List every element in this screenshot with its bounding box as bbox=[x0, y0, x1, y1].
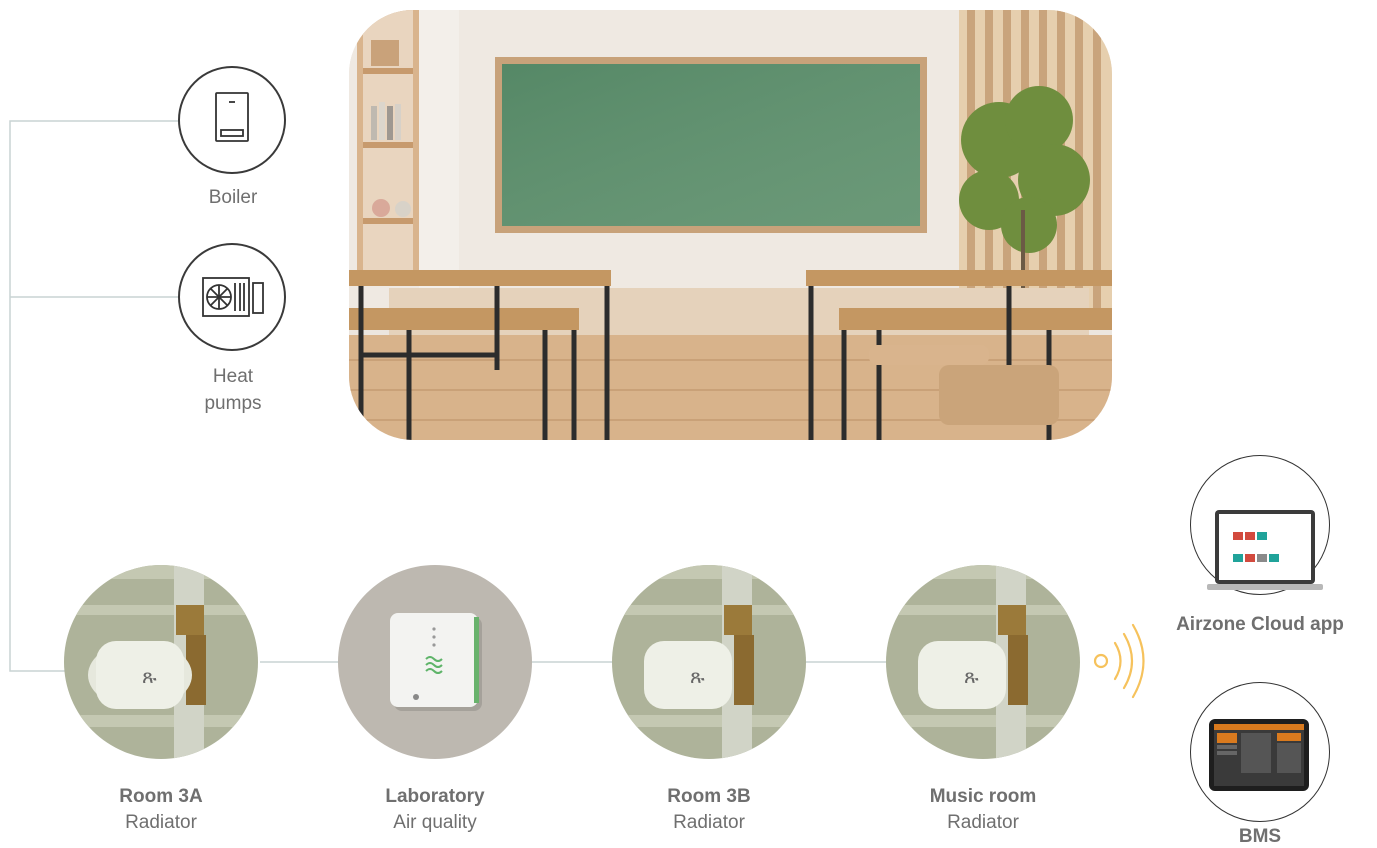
device-laboratory-title: Laboratory bbox=[385, 786, 485, 807]
tablet-bms-icon bbox=[1209, 719, 1309, 791]
device-room-3a-subtitle: Radiator bbox=[125, 812, 197, 833]
boiler-icon bbox=[215, 92, 249, 142]
bms-label: BMS bbox=[1238, 826, 1282, 847]
svg-text:ጹ: ጹ bbox=[964, 664, 979, 688]
bms-circle bbox=[1190, 682, 1330, 822]
device-laboratory-subtitle: Air quality bbox=[393, 812, 477, 833]
classroom-photo bbox=[349, 10, 1112, 440]
device-music-room-subtitle: Radiator bbox=[947, 812, 1019, 833]
heat-pump-icon bbox=[202, 277, 264, 317]
device-room-3a: ጹ bbox=[64, 565, 258, 759]
svg-text:ጹ: ጹ bbox=[690, 664, 705, 688]
airzone-cloud-app-circle bbox=[1190, 455, 1330, 595]
boiler-label: Boiler bbox=[208, 187, 258, 208]
device-room-3a-title: Room 3A bbox=[119, 786, 203, 807]
device-music-room: ጹ bbox=[886, 565, 1080, 759]
laptop-dashboard-icon bbox=[1207, 510, 1323, 590]
svg-text:ጹ: ጹ bbox=[142, 664, 157, 688]
device-music-room-title: Music room bbox=[929, 786, 1037, 807]
wifi-signal-icon bbox=[1093, 623, 1145, 699]
device-room-3b-title: Room 3B bbox=[667, 786, 751, 807]
device-room-3b-subtitle: Radiator bbox=[673, 812, 745, 833]
airzone-cloud-app-label: Airzone Cloud app bbox=[1176, 614, 1344, 635]
heat-pump-icon-circle bbox=[178, 243, 286, 351]
device-laboratory bbox=[338, 565, 532, 759]
boiler-icon-circle bbox=[178, 66, 286, 174]
device-room-3b: ጹ bbox=[612, 565, 806, 759]
heat-pumps-label: Heat pumps bbox=[204, 366, 262, 414]
